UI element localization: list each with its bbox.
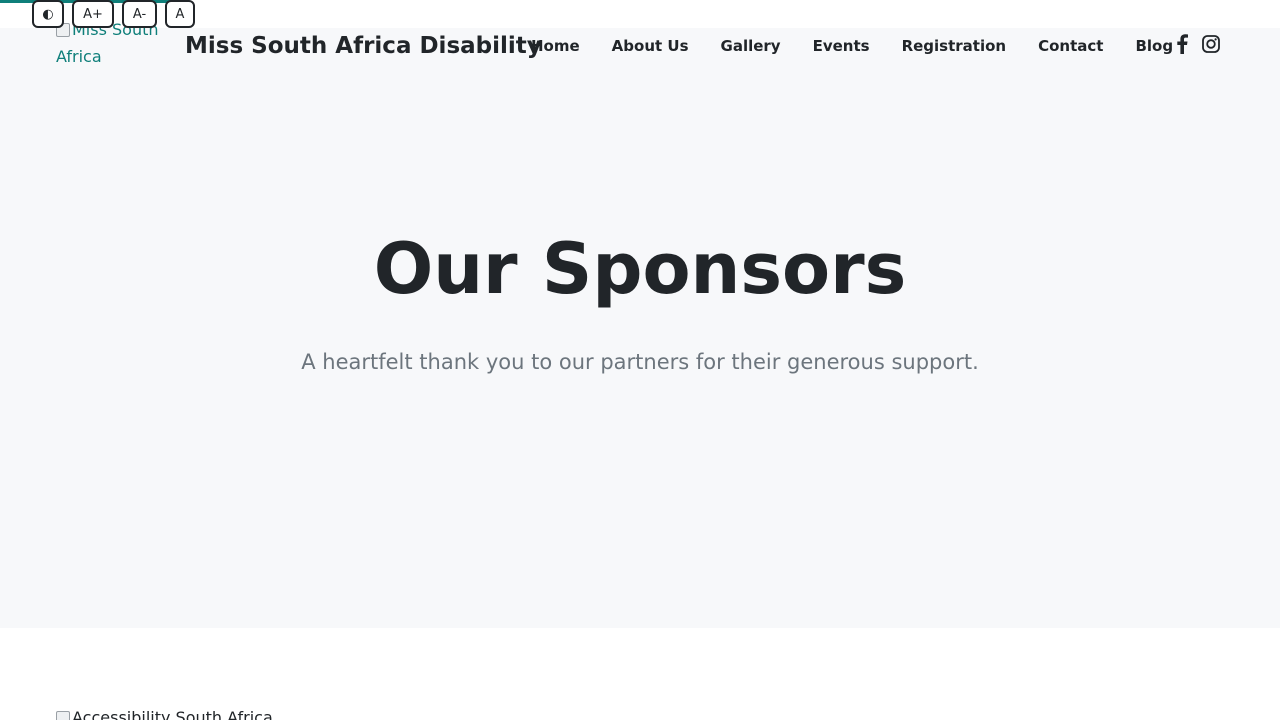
accessibility-toolbar: ◐ A+ A- A bbox=[32, 0, 195, 28]
hero-section bbox=[0, 28, 1280, 628]
nav-blog[interactable]: Blog bbox=[1135, 28, 1173, 64]
instagram-icon[interactable] bbox=[1202, 35, 1220, 53]
decrease-font-button[interactable]: A- bbox=[122, 0, 157, 28]
sponsor-logo[interactable]: Accessibility South Africa bbox=[56, 708, 316, 720]
nav-registration[interactable]: Registration bbox=[902, 28, 1007, 64]
nav-about-us[interactable]: About Us bbox=[612, 28, 689, 64]
increase-font-button[interactable]: A+ bbox=[72, 0, 114, 28]
broken-image-icon bbox=[56, 711, 70, 720]
facebook-icon[interactable] bbox=[1176, 34, 1188, 54]
page-title: Our Sponsors bbox=[373, 228, 907, 310]
high-contrast-button[interactable]: ◐ bbox=[32, 0, 64, 28]
sponsor-alt-text: Accessibility South Africa bbox=[72, 708, 273, 720]
site-header: Miss South Africa Miss South Africa Disa… bbox=[0, 20, 1280, 68]
main-nav: Home About Us Gallery Events Registratio… bbox=[531, 28, 1173, 64]
site-title[interactable]: Miss South Africa Disability bbox=[185, 28, 542, 64]
social-links bbox=[1176, 34, 1220, 54]
reset-font-button[interactable]: A bbox=[165, 0, 195, 28]
nav-events[interactable]: Events bbox=[813, 28, 870, 64]
nav-home[interactable]: Home bbox=[531, 28, 580, 64]
nav-contact[interactable]: Contact bbox=[1038, 28, 1103, 64]
page-subtitle: A heartfelt thank you to our partners fo… bbox=[301, 350, 979, 374]
nav-gallery[interactable]: Gallery bbox=[721, 28, 781, 64]
